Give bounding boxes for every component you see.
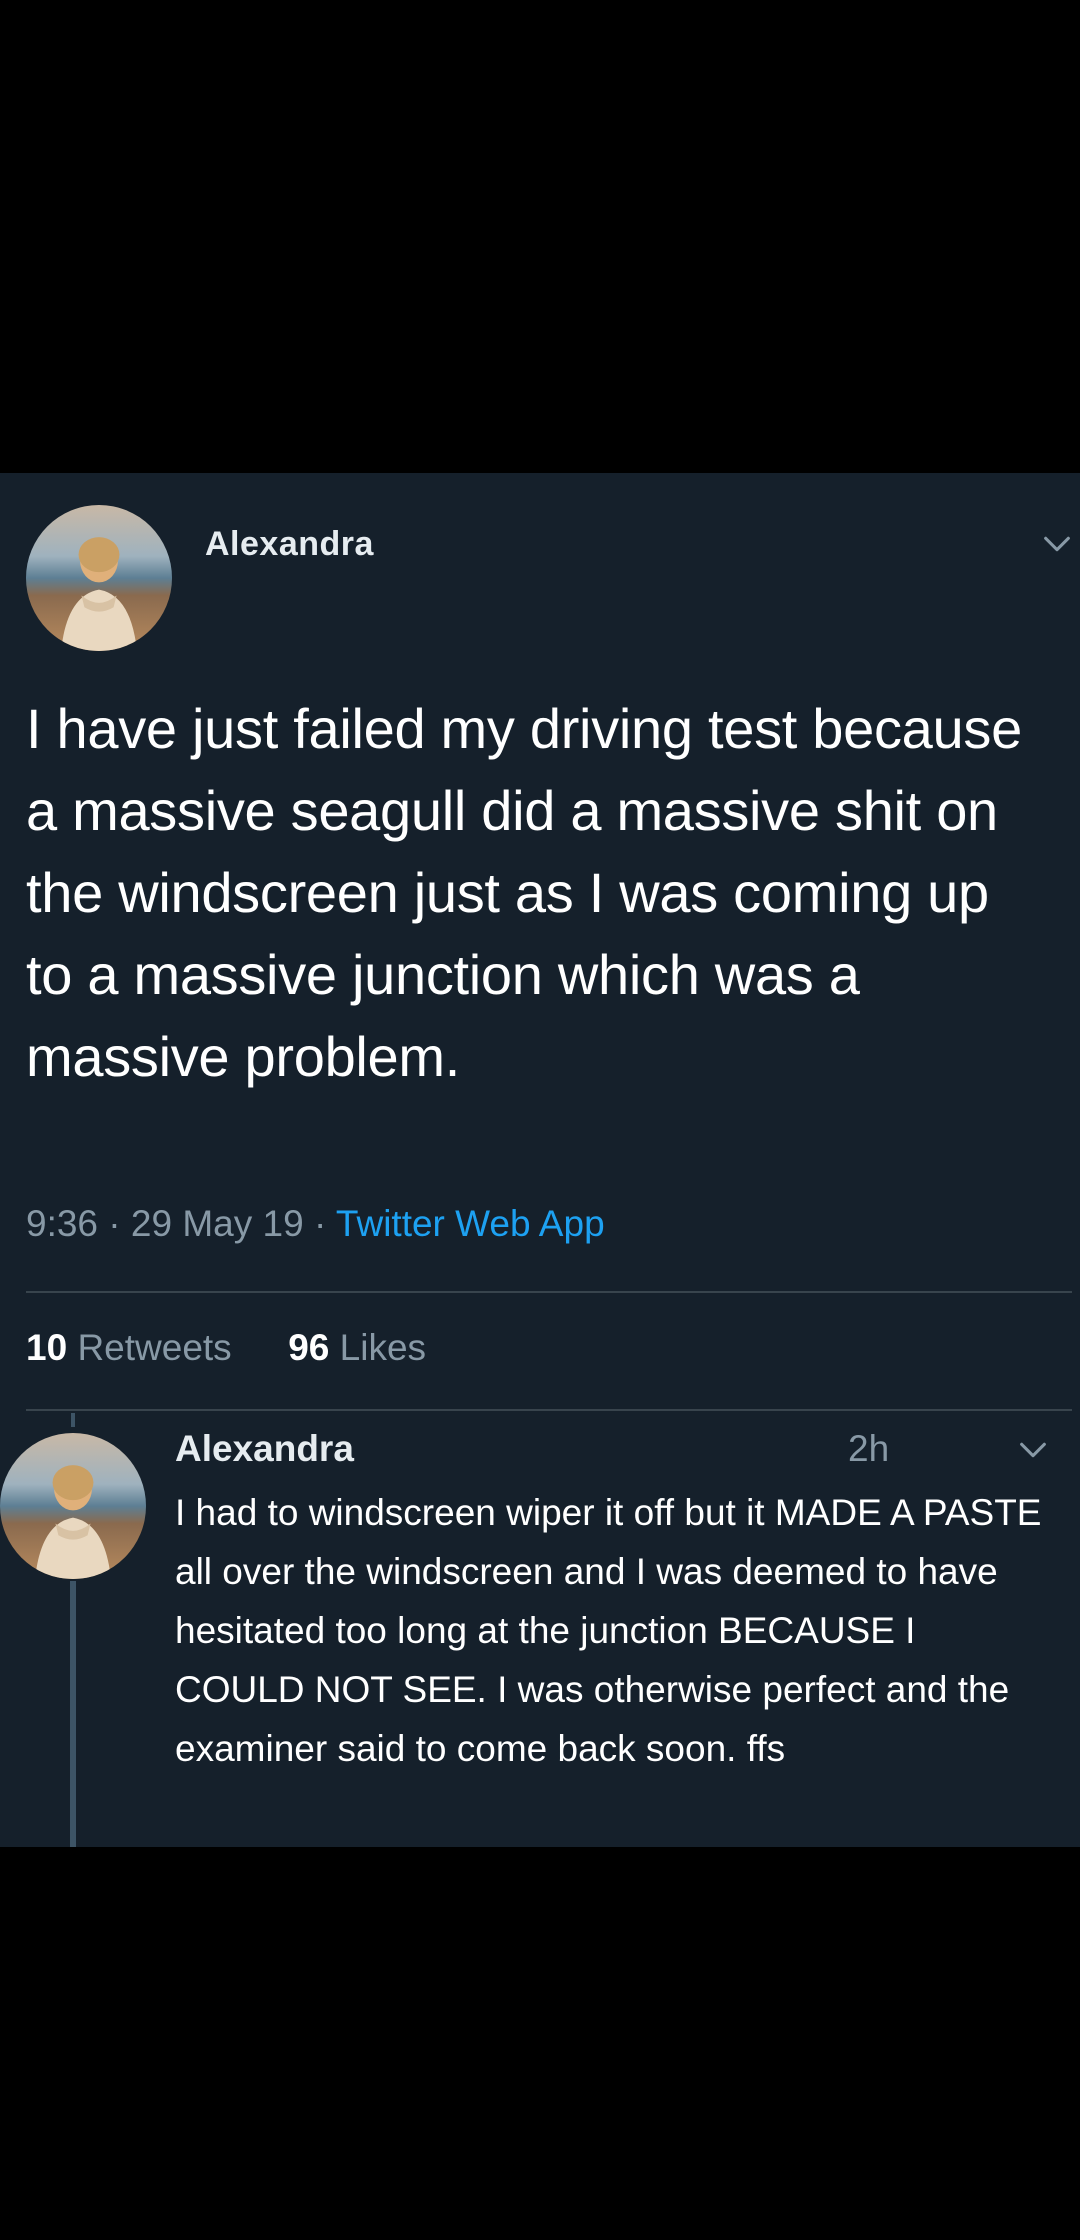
chevron-down-icon[interactable]: [1016, 1433, 1050, 1467]
tweet-panel: Alexandra I have just failed my driving …: [0, 473, 1080, 1847]
reply-author-avatar[interactable]: [0, 1433, 146, 1579]
likes-count: 96: [288, 1327, 330, 1368]
thread-connector: [71, 1413, 75, 1427]
likes-label: Likes: [339, 1327, 427, 1368]
reply-time: 2h: [848, 1428, 890, 1469]
retweets-label: Retweets: [77, 1327, 232, 1368]
retweets-count: 10: [26, 1327, 68, 1368]
chevron-down-icon[interactable]: [1040, 527, 1074, 561]
tweet-meta: 9:36 · 29 May 19 · Twitter Web App: [26, 1203, 605, 1245]
reply-text: I had to windscreen wiper it off but it …: [175, 1492, 1042, 1769]
tweet-source-link[interactable]: Twitter Web App: [336, 1203, 605, 1244]
retweets-stat[interactable]: 10 Retweets: [26, 1327, 242, 1368]
tweet-date: 29 May 19: [130, 1203, 304, 1244]
tweet-time: 9:36: [26, 1203, 99, 1244]
thread-line: [70, 1581, 76, 1847]
author-avatar[interactable]: [26, 505, 172, 651]
meta-separator: ·: [313, 1203, 327, 1244]
likes-stat[interactable]: 96 Likes: [288, 1327, 426, 1368]
author-name[interactable]: Alexandra: [205, 525, 374, 564]
divider: [26, 1291, 1072, 1293]
reply-author-name[interactable]: Alexandra: [175, 1428, 354, 1470]
avatar-photo-icon: [0, 1433, 146, 1579]
tweet-text: I have just failed my driving test becau…: [26, 697, 1022, 1088]
tweet-stats: 10 Retweets 96 Likes: [26, 1327, 426, 1369]
avatar-photo-icon: [26, 505, 172, 651]
divider: [26, 1409, 1072, 1411]
meta-separator: ·: [108, 1203, 121, 1244]
